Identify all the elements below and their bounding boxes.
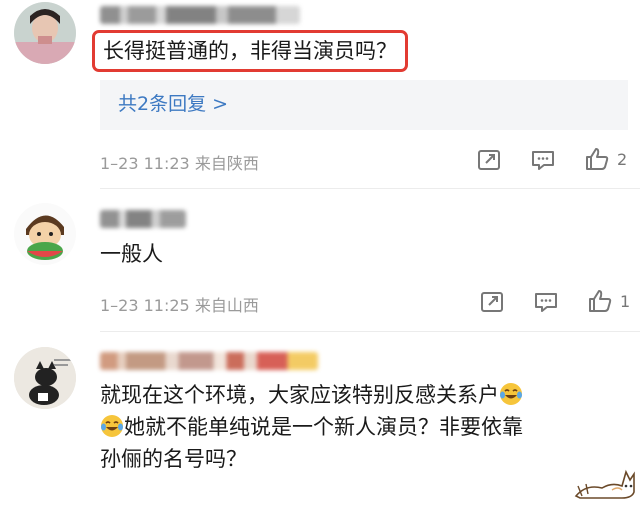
comment-3: 就现在这个环境，大家应该特别反感关系户 她就不能单纯说是一个新人演员？非要依靠 … [0,332,640,505]
comment-icon[interactable] [534,290,558,314]
user-avatar[interactable] [14,347,76,409]
comment-2: 一般人 1–23 11:25 来自山西 1 [0,190,640,330]
comment-text-line-2-content: 她就不能单纯说是一个新人演员？非要依靠 [124,415,523,439]
comment-text-line-3: 孙俪的名号吗？ [100,443,620,475]
comment-text: 长得挺普通的，非得当演员吗？ [92,30,408,72]
crying-laughing-emoji [500,383,522,405]
avatar-cartoon-icon [14,203,76,265]
crying-laughing-emoji [101,415,123,437]
divider [100,188,640,189]
avatar-cat-icon [14,347,76,409]
user-avatar[interactable] [14,2,76,64]
comment-text-line-1: 就现在这个环境，大家应该特别反感关系户 [100,379,620,411]
comment-text-line-2: 她就不能单纯说是一个新人演员？非要依靠 [100,411,620,443]
username-blurred[interactable] [100,210,186,228]
comment-1: 长得挺普通的，非得当演员吗？ 共2条回复 > 1–23 11:23 来自陕西 2 [0,0,640,190]
comment-text-line-3-content: 孙俪的名号吗？ [100,447,247,471]
comment-text-line-1-content: 就现在这个环境，大家应该特别反感关系户 [100,383,499,407]
like-icon[interactable] [585,147,609,171]
comment-icon[interactable] [531,148,555,172]
username-blurred[interactable] [100,352,318,370]
comment-meta: 1–23 11:25 来自山西 [100,296,259,315]
like-count: 1 [620,292,631,311]
cat-sticker [574,469,635,499]
reply-thread-box[interactable]: 共2条回复 > [100,80,628,130]
user-avatar[interactable] [14,203,76,265]
share-icon[interactable] [477,148,501,172]
username-blurred[interactable] [100,6,300,24]
share-icon[interactable] [480,290,504,314]
like-icon[interactable] [588,289,612,313]
comment-text: 就现在这个环境，大家应该特别反感关系户 她就不能单纯说是一个新人演员？非要依靠 … [100,379,620,475]
view-replies-link[interactable]: 共2条回复 > [118,89,228,116]
like-count: 2 [617,150,628,169]
comment-meta: 1–23 11:23 来自陕西 [100,154,259,173]
avatar-photo-icon [14,2,76,64]
comment-text: 一般人 [100,242,163,266]
